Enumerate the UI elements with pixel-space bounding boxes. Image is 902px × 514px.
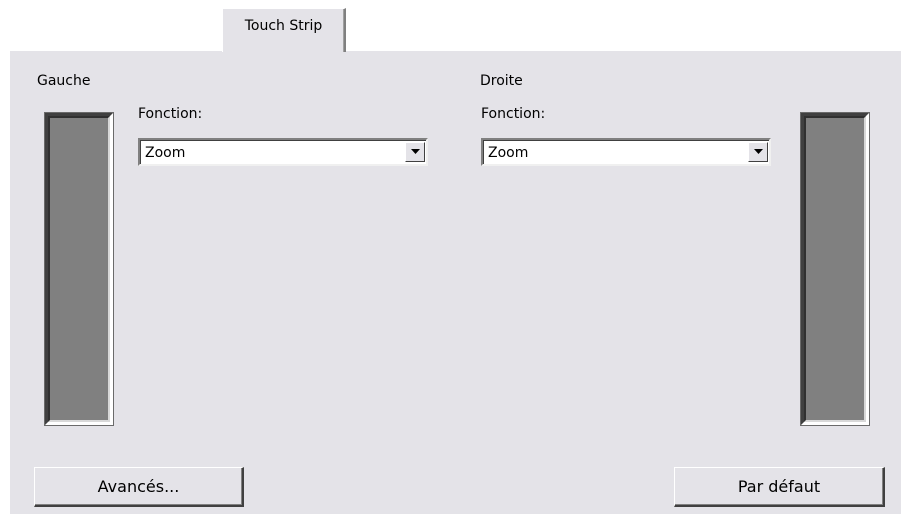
left-function-value: Zoom xyxy=(145,145,186,161)
left-function-select-field: Zoom xyxy=(140,140,426,164)
left-touch-strip-surface xyxy=(48,116,110,422)
right-function-label: Fonction: xyxy=(481,106,546,122)
tab-label: Touch Strip xyxy=(244,18,323,34)
right-function-dropdown-button[interactable] xyxy=(748,142,768,162)
left-function-dropdown-button[interactable] xyxy=(405,142,425,162)
tab-touch-strip[interactable]: Touch Strip xyxy=(222,8,346,52)
right-function-value: Zoom xyxy=(488,145,529,161)
right-touch-strip-surface xyxy=(804,116,866,422)
right-function-select-field: Zoom xyxy=(483,140,769,164)
right-touch-strip xyxy=(801,113,869,425)
left-touch-strip xyxy=(45,113,113,425)
default-button[interactable]: Par défaut xyxy=(674,467,885,507)
chevron-down-icon xyxy=(411,149,420,154)
left-function-select[interactable]: Zoom xyxy=(138,138,428,166)
advanced-button[interactable]: Avancés... xyxy=(34,467,244,507)
left-function-label: Fonction: xyxy=(138,106,203,122)
right-group-legend: Droite xyxy=(478,71,525,91)
touch-strip-settings-window: Touch Strip Gauche Fonction: Zoom Droite… xyxy=(0,0,902,514)
right-function-select[interactable]: Zoom xyxy=(481,138,771,166)
left-group-legend: Gauche xyxy=(35,71,93,91)
chevron-down-icon xyxy=(754,149,763,154)
